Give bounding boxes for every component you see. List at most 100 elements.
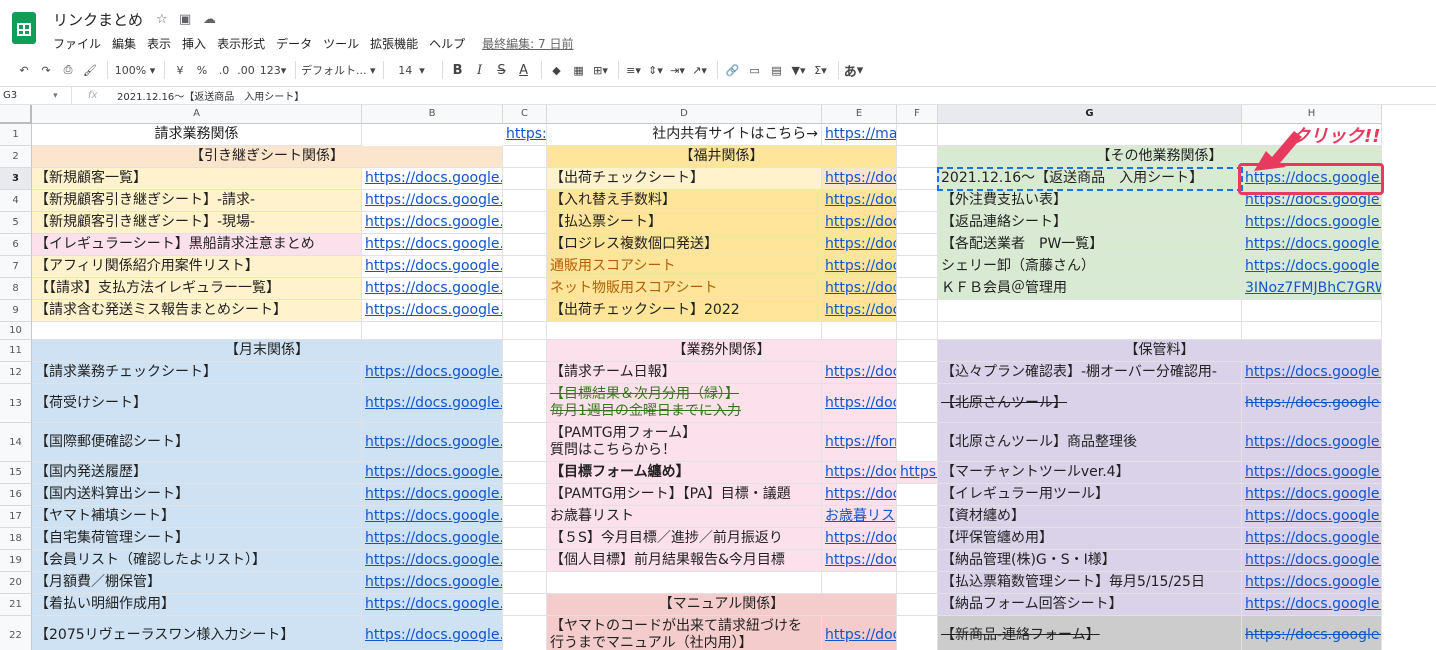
- cell-g15[interactable]: 【マーチャントツールver.4】: [938, 462, 1242, 484]
- menu-item-8[interactable]: ヘルプ: [429, 35, 465, 52]
- column-header-g[interactable]: G: [938, 105, 1242, 124]
- cell-a20[interactable]: 【月額費／棚保管】: [32, 572, 362, 594]
- cell-b5[interactable]: https://docs.google.c: [362, 212, 503, 234]
- menu-item-6[interactable]: ツール: [323, 35, 359, 52]
- text-rotation-icon[interactable]: ↗▾: [690, 59, 710, 81]
- cell-a2[interactable]: 【引き継ぎシート関係】: [32, 146, 503, 168]
- insert-comment-icon[interactable]: ▭: [745, 59, 765, 81]
- cell-b20[interactable]: https://docs.google.c: [362, 572, 503, 594]
- column-header-e[interactable]: E: [822, 105, 897, 124]
- cell-a8[interactable]: 【【請求】支払方法イレギュラー一覧】: [32, 278, 362, 300]
- empty-cell[interactable]: [822, 322, 897, 340]
- cell-e7[interactable]: https://docs: [822, 256, 897, 278]
- empty-cell[interactable]: [1242, 322, 1382, 340]
- vertical-align-icon[interactable]: ⇕▾: [646, 59, 666, 81]
- cell-d17[interactable]: お歳暮リスト: [547, 506, 822, 528]
- cell-g4[interactable]: 【外注費支払い表】: [938, 190, 1242, 212]
- row-header-18[interactable]: 18: [0, 528, 32, 550]
- text-color-icon[interactable]: A: [514, 59, 534, 81]
- empty-cell[interactable]: [503, 256, 547, 278]
- row-header-16[interactable]: 16: [0, 484, 32, 506]
- cell-d19[interactable]: 【個人目標】前月結果報告&今月目標: [547, 550, 822, 572]
- cell-e4[interactable]: https://docs: [822, 190, 897, 212]
- input-tools-button[interactable]: あ ▾: [844, 59, 864, 81]
- cell-d12[interactable]: 【請求チーム日報】: [547, 362, 822, 384]
- empty-cell[interactable]: [503, 212, 547, 234]
- empty-cell[interactable]: [503, 362, 547, 384]
- empty-cell[interactable]: [897, 146, 938, 168]
- cell-h20[interactable]: https://docs.google.c: [1242, 572, 1382, 594]
- row-header-6[interactable]: 6: [0, 234, 32, 256]
- row-header-1[interactable]: 1: [0, 124, 32, 146]
- cell-e3[interactable]: https://docs: [822, 168, 897, 190]
- cell-a3[interactable]: 【新規顧客一覧】: [32, 168, 362, 190]
- cell-g16[interactable]: 【イレギュラー用ツール】: [938, 484, 1242, 506]
- empty-cell[interactable]: [503, 616, 547, 650]
- row-header-13[interactable]: 13: [0, 384, 32, 423]
- cell-a19[interactable]: 【会員リスト（確認したよリスト）】: [32, 550, 362, 572]
- cell-e15[interactable]: https://docs: [822, 462, 897, 484]
- menu-item-4[interactable]: 表示形式: [217, 35, 265, 52]
- number-format-select[interactable]: 123 ▾: [258, 59, 288, 81]
- insert-chart-icon[interactable]: ▤: [767, 59, 787, 81]
- cell-b15[interactable]: https://docs.google.c: [362, 462, 503, 484]
- column-header-f[interactable]: F: [897, 105, 938, 124]
- cell-e12[interactable]: https://docs: [822, 362, 897, 384]
- cell-d3[interactable]: 【出荷チェックシート】: [547, 168, 822, 190]
- row-header-20[interactable]: 20: [0, 572, 32, 594]
- cell-a18[interactable]: 【自宅集荷管理シート】: [32, 528, 362, 550]
- empty-cell[interactable]: [897, 124, 938, 146]
- cell-b19[interactable]: https://docs.google.c: [362, 550, 503, 572]
- column-header-c[interactable]: C: [503, 105, 547, 124]
- zoom-select[interactable]: 100% ▾: [113, 59, 157, 81]
- cell-e9[interactable]: https://docs: [822, 300, 897, 322]
- row-header-21[interactable]: 21: [0, 594, 32, 616]
- cell-d4[interactable]: 【入れ替え手数料】: [547, 190, 822, 212]
- cell-b7[interactable]: https://docs.google.c: [362, 256, 503, 278]
- cell-f15[interactable]: https://: [897, 462, 938, 484]
- undo-icon[interactable]: ↶: [14, 59, 34, 81]
- cell-d6[interactable]: 【ロジレス複数個口発送】: [547, 234, 822, 256]
- row-header-12[interactable]: 12: [0, 362, 32, 384]
- cell-e16[interactable]: https://docs: [822, 484, 897, 506]
- empty-cell[interactable]: [897, 190, 938, 212]
- empty-cell[interactable]: [503, 384, 547, 423]
- cell-g7[interactable]: シェリー卸（斎藤さん）: [938, 256, 1242, 278]
- borders-icon[interactable]: ▦: [569, 59, 589, 81]
- cell-g11[interactable]: 【保管料】: [938, 340, 1382, 362]
- cell-h12[interactable]: https://docs.google.c: [1242, 362, 1382, 384]
- row-header-3[interactable]: 3: [0, 168, 32, 190]
- row-header-8[interactable]: 8: [0, 278, 32, 300]
- cell-d9[interactable]: 【出荷チェックシート】2022: [547, 300, 822, 322]
- empty-cell[interactable]: [897, 423, 938, 462]
- row-header-7[interactable]: 7: [0, 256, 32, 278]
- menu-item-7[interactable]: 拡張機能: [370, 35, 418, 52]
- cell-a16[interactable]: 【国内送料算出シート】: [32, 484, 362, 506]
- cell-d21[interactable]: 【マニュアル関係】: [547, 594, 897, 616]
- cell-a15[interactable]: 【国内発送履歴】: [32, 462, 362, 484]
- row-header-17[interactable]: 17: [0, 506, 32, 528]
- document-title[interactable]: リンクまとめ: [53, 9, 143, 30]
- cell-h7[interactable]: https://docs.google.c: [1242, 256, 1382, 278]
- cell-b4[interactable]: https://docs.google.c: [362, 190, 503, 212]
- column-header-a[interactable]: A: [32, 105, 362, 124]
- cell-d15[interactable]: 【目標フォーム纏め】: [547, 462, 822, 484]
- empty-cell[interactable]: [938, 300, 1242, 322]
- empty-cell[interactable]: [503, 168, 547, 190]
- menu-item-0[interactable]: ファイル: [53, 35, 101, 52]
- cell-g21[interactable]: 【納品フォーム回答シート】: [938, 594, 1242, 616]
- cell-b6[interactable]: https://docs.google.c: [362, 234, 503, 256]
- cell-g18[interactable]: 【坪保管纏め用】: [938, 528, 1242, 550]
- cell-g5[interactable]: 【返品連絡シート】: [938, 212, 1242, 234]
- star-icon[interactable]: ☆: [156, 12, 168, 27]
- formula-input[interactable]: 2021.12.16〜【返送商品 入用シート】: [117, 88, 304, 103]
- empty-cell[interactable]: [503, 190, 547, 212]
- cell-b9[interactable]: https://docs.google.c: [362, 300, 503, 322]
- empty-cell[interactable]: [503, 340, 547, 362]
- cell-d13[interactable]: 【目標結果＆次月分用（緑）】 毎月1週目の金曜日までに入力: [547, 384, 822, 423]
- percent-format-button[interactable]: %: [192, 59, 212, 81]
- cell-g12[interactable]: 【込々プラン確認表】-棚オーバー分確認用-: [938, 362, 1242, 384]
- cell-h16[interactable]: https://docs.google.c: [1242, 484, 1382, 506]
- empty-cell[interactable]: [547, 572, 822, 594]
- row-header-19[interactable]: 19: [0, 550, 32, 572]
